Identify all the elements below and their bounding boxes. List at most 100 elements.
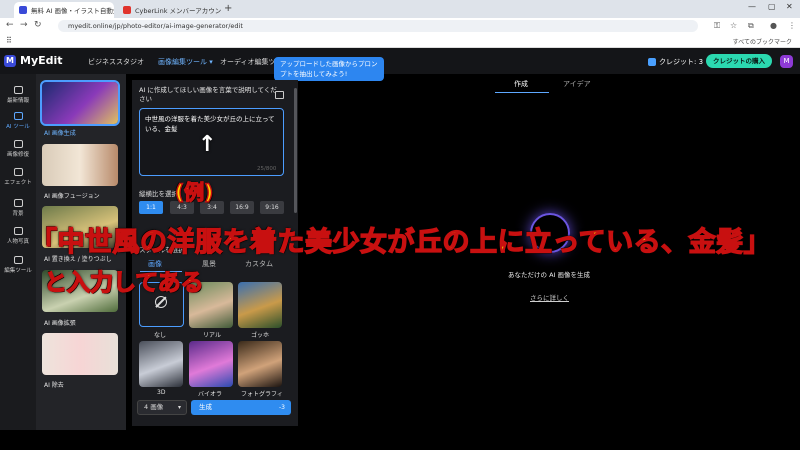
avatar[interactable]: M [780,55,793,68]
news-icon [13,86,23,94]
count-value: 4 画像 [144,403,164,411]
profile-icon[interactable]: ● [770,21,777,30]
rail-label: 画像修復 [6,152,29,158]
address-bar: ← → ↻ myedit.online/jp/photo-editor/ai-i… [0,18,800,34]
tab-title: 無料 AI 画像・イラスト自動生成で [31,7,114,15]
rail-item-ai-tools[interactable]: AI ツール [0,112,36,130]
annotation-sub: と入力してある [43,269,204,296]
back-icon[interactable]: ← [6,20,14,30]
ratio-label: 縦横比を選択 [139,190,178,198]
tab-create[interactable]: 作成 [514,79,528,89]
prompt-text: 中世風の洋服を着た美少女が丘の上に立っている、金髪 [145,115,275,133]
prompt-char-count: 25/800 [257,166,277,172]
credit-display: クレジット: 3 [648,57,703,67]
style-name: バイオラ [198,391,223,398]
prompt-extract-tooltip: アップロードした画像からプロンプトを抽出してみよう! [274,57,384,81]
style-name: リアル [203,332,221,339]
annotation-quote: 「中世風の洋服を着た美少女が丘の上に立っている、金髪」 [29,226,772,258]
close-window-icon[interactable]: ✕ [786,2,793,11]
credit-label: クレジット: 3 [659,58,704,66]
style-tab-landscape[interactable]: 風景 [202,259,216,269]
style-card-photography[interactable] [238,341,282,387]
forward-icon[interactable]: → [20,20,28,30]
ratio-16-9[interactable]: 16:9 [230,201,254,214]
ratio-9-16[interactable]: 9:16 [260,201,284,214]
menu-dots-icon[interactable]: ⋮ [788,21,796,30]
minimize-icon[interactable]: — [748,2,756,11]
style-name: なし [154,332,167,339]
apps-grid-icon[interactable]: ⠿ [6,36,12,45]
buy-credits-button[interactable]: クレジットの購入 [706,54,772,68]
panel-title: AI に作成してほしい画像を言葉で説明してください [139,86,277,103]
browser-tab-bar: 無料 AI 画像・イラスト自動生成で × CyberLink メンバーアカウント… [0,0,800,18]
tool-thumb-ai-remove[interactable] [42,333,118,375]
rail-label: 人物写真 [6,239,29,245]
main-tab-indicator [495,92,549,93]
style-card-gogh[interactable] [238,282,282,328]
menu-business-studio[interactable]: ビジネススタジオ [88,57,144,67]
generate-label: 生成 [199,403,212,411]
rail-item-news[interactable]: 最新情報 [0,86,36,104]
style-name: ゴッホ [251,332,270,339]
tool-label[interactable]: AI 除去 [44,380,64,389]
style-card-biora[interactable] [189,341,233,387]
chevron-down-icon: ▾ [177,404,181,411]
shield-icon [648,58,656,66]
image-to-prompt-icon[interactable] [275,91,284,99]
rail-item-repair[interactable]: 画像修復 [0,140,36,158]
generate-cost: -3 [279,404,285,411]
bookmark-star-icon[interactable]: ☆ [730,21,737,30]
maximize-icon[interactable]: ▢ [768,2,776,11]
rail-label: 最新情報 [6,98,29,104]
chevron-down-icon: ▾ [209,58,213,66]
portrait-icon [13,227,23,235]
learn-more-link[interactable]: さらに詳しく [530,292,569,302]
style-card-3d[interactable] [139,341,183,387]
tool-label[interactable]: AI 画像フュージョン [44,191,100,200]
menu-label: 画像編集ツール [158,58,207,66]
myedit-favicon-icon [19,6,27,14]
rail-label: 背景 [12,211,24,217]
bottom-strip [0,430,800,450]
tool-thumb-ai-image-generate[interactable] [40,80,120,126]
rail-label: AI ツール [6,124,30,130]
tool-thumb-ai-fusion[interactable] [42,144,118,186]
extensions-icon[interactable]: ⧉ [748,21,754,31]
new-tab-icon[interactable]: + [224,3,232,14]
annotation-example: (例) [174,179,214,204]
rail-item-effects[interactable]: エフェクト [0,168,36,186]
ratio-1-1[interactable]: 1:1 [139,201,163,214]
myedit-logo-icon: M [4,55,16,67]
ai-icon [13,112,23,120]
browser-tab-active[interactable]: 無料 AI 画像・イラスト自動生成で × [14,2,114,18]
menu-image-tools[interactable]: 画像編集ツール ▾ [158,57,213,67]
tool-label[interactable]: AI 画像拡張 [44,318,76,327]
screen: 無料 AI 画像・イラスト自動生成で × CyberLink メンバーアカウント… [0,0,800,450]
repair-icon [13,140,23,148]
bookmarks-bar: ⠿ すべてのブックマーク [0,34,800,48]
all-bookmarks-link[interactable]: すべてのブックマーク [733,37,792,46]
url-field[interactable]: myedit.online/jp/photo-editor/ai-image-g… [58,20,698,32]
edit-tools-icon [13,256,23,264]
cyberlink-favicon-icon [123,6,131,14]
generate-button[interactable]: 生成 -3 [191,400,291,415]
style-tab-custom[interactable]: カスタム [245,259,273,269]
style-name: フォトグラフィ [241,391,283,398]
app-logo[interactable]: MyEdit [20,54,63,67]
rail-label: 編集ツール [4,268,32,274]
panel-scrollbar[interactable] [294,88,297,213]
main-caption: あなただけの AI 画像を生成 [508,271,590,279]
translate-icon[interactable]: ⚿ [714,21,720,31]
browser-tab[interactable]: CyberLink メンバーアカウント認証メ × [118,2,222,18]
tab-ideas[interactable]: アイデア [563,79,591,89]
tool-label[interactable]: AI 画像生成 [44,128,76,137]
image-count-select[interactable]: 4 画像 ▾ [137,400,187,415]
style-name: 3D [157,389,166,396]
effects-icon [13,168,23,176]
reload-icon[interactable]: ↻ [34,20,42,30]
tab-title: CyberLink メンバーアカウント認証メ [135,7,222,15]
annotation-arrow-icon: ↑ [198,132,217,157]
rail-label: エフェクト [4,180,32,186]
background-icon [13,199,23,207]
rail-item-background[interactable]: 背景 [0,199,36,217]
